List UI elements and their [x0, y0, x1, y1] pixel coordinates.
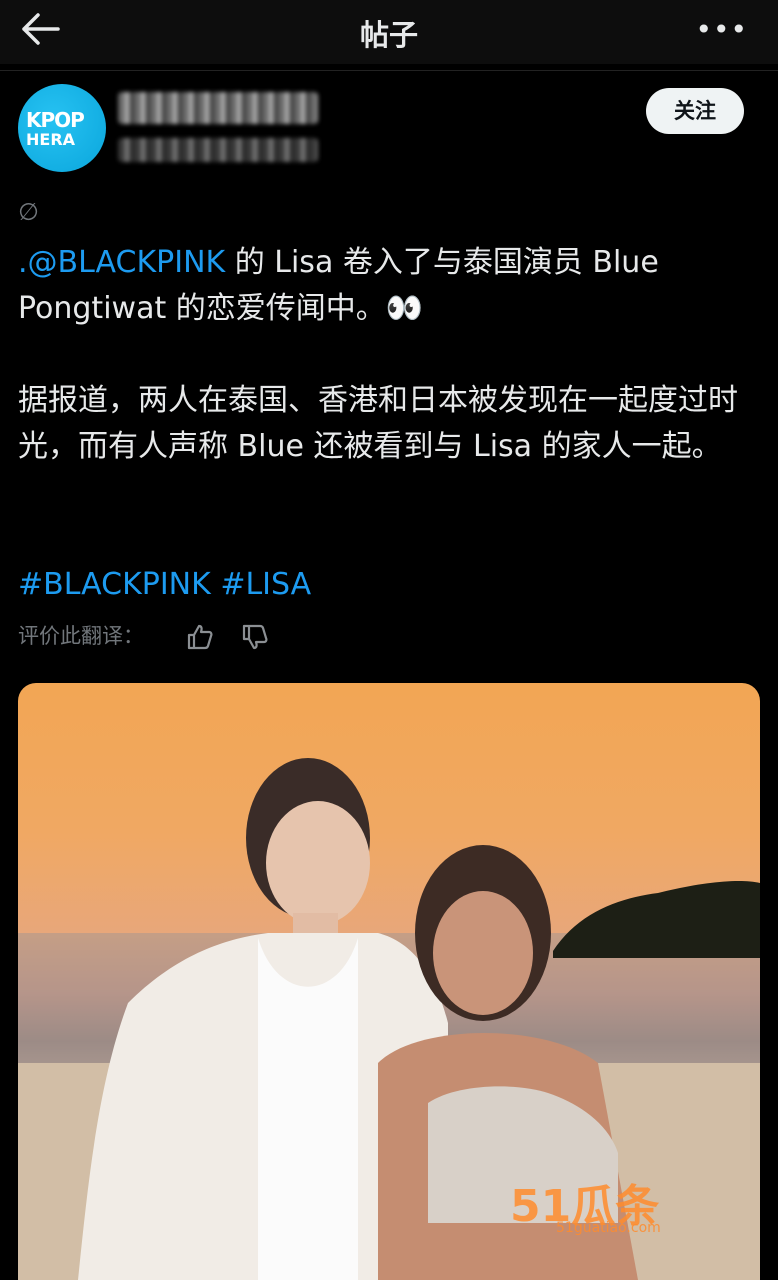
redacted-display-name — [118, 92, 318, 124]
follow-button[interactable]: 关注 — [646, 88, 744, 134]
mention-link[interactable]: .@BLACKPINK — [18, 245, 225, 280]
avatar-text: HERA — [26, 130, 76, 149]
page-title: 帖子 — [359, 18, 418, 52]
rate-translation-label: 评价此翻译： — [18, 624, 144, 648]
watermark-url: 51guatiao.com — [556, 1220, 661, 1236]
not-translated-icon: ∅ — [18, 198, 39, 226]
more-options-icon[interactable]: ••• — [695, 13, 748, 46]
top-bar: 帖子 ••• — [0, 0, 778, 64]
divider — [0, 70, 778, 71]
thumbs-down-icon[interactable] — [240, 622, 270, 652]
avatar-text: KPOP — [26, 108, 85, 132]
hashtags-link[interactable]: #BLACKPINK #LISA — [18, 562, 760, 608]
post-text-paragraph: .@BLACKPINK 的 Lisa 卷入了与泰国演员 Blue Pongtiw… — [18, 240, 760, 332]
post-text-paragraph: 据报道，两人在泰国、香港和日本被发现在一起度过时光，而有人声称 Blue 还被看… — [18, 383, 738, 464]
thumbs-up-icon[interactable] — [185, 622, 215, 652]
redacted-handle — [118, 138, 318, 162]
avatar[interactable]: KPOP HERA — [18, 84, 106, 172]
